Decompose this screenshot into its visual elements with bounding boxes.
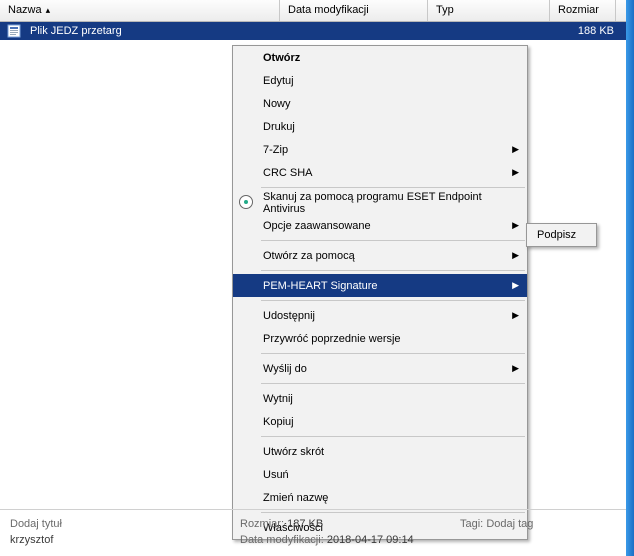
file-row[interactable]: Plik JEDZ przetarg 188 KB <box>0 22 634 40</box>
menu-separator <box>261 240 525 241</box>
submenu-arrow-icon: ▶ <box>512 144 519 155</box>
menu-separator <box>261 187 525 188</box>
menu-rename[interactable]: Zmień nazwę <box>233 486 527 509</box>
menu-separator <box>261 270 525 271</box>
menu-open-with[interactable]: Otwórz za pomocą▶ <box>233 244 527 267</box>
submenu-sign[interactable]: Podpisz <box>527 224 596 246</box>
column-date[interactable]: Data modyfikacji <box>280 0 428 21</box>
details-tags-value[interactable]: Dodaj tag <box>486 518 533 530</box>
menu-send-to[interactable]: Wyślij do▶ <box>233 357 527 380</box>
menu-eset-scan[interactable]: Skanuj za pomocą programu ESET Endpoint … <box>233 191 527 214</box>
submenu-arrow-icon: ▶ <box>512 220 519 231</box>
menu-share[interactable]: Udostępnij▶ <box>233 304 527 327</box>
column-size[interactable]: Rozmiar <box>550 0 616 21</box>
menu-cut[interactable]: Wytnij <box>233 387 527 410</box>
menu-new[interactable]: Nowy <box>233 92 527 115</box>
file-icon <box>0 24 28 38</box>
details-tags-label: Tagi: <box>460 518 483 530</box>
menu-separator <box>261 353 525 354</box>
column-header-row: Nazwa Data modyfikacji Typ Rozmiar <box>0 0 634 22</box>
menu-delete[interactable]: Usuń <box>233 463 527 486</box>
details-author: krzysztof <box>10 534 53 546</box>
file-name: Plik JEDZ przetarg <box>28 25 280 37</box>
details-title-label[interactable]: Dodaj tytuł <box>10 518 62 530</box>
submenu-arrow-icon: ▶ <box>512 250 519 261</box>
submenu-arrow-icon: ▶ <box>512 280 519 291</box>
details-size-value: 187 KB <box>287 518 323 530</box>
menu-edit[interactable]: Edytuj <box>233 69 527 92</box>
details-pane: Dodaj tytuł Rozmiar: 187 KB Tagi: Dodaj … <box>0 509 626 556</box>
column-name[interactable]: Nazwa <box>0 0 280 21</box>
menu-separator <box>261 436 525 437</box>
submenu-arrow-icon: ▶ <box>512 363 519 374</box>
menu-advanced-options[interactable]: Opcje zaawansowane▶ <box>233 214 527 237</box>
details-date-value: 2018-04-17 09:14 <box>327 534 414 546</box>
menu-crcsha[interactable]: CRC SHA▶ <box>233 161 527 184</box>
submenu-arrow-icon: ▶ <box>512 167 519 178</box>
menu-restore-versions[interactable]: Przywróć poprzednie wersje <box>233 327 527 350</box>
column-type[interactable]: Typ <box>428 0 550 21</box>
menu-copy[interactable]: Kopiuj <box>233 410 527 433</box>
submenu-arrow-icon: ▶ <box>512 310 519 321</box>
context-menu: Otwórz Edytuj Nowy Drukuj 7-Zip▶ CRC SHA… <box>232 45 528 540</box>
menu-open[interactable]: Otwórz <box>233 46 527 69</box>
pem-heart-submenu: Podpisz <box>526 223 597 247</box>
details-size-label: Rozmiar: <box>240 518 284 530</box>
menu-separator <box>261 300 525 301</box>
menu-print[interactable]: Drukuj <box>233 115 527 138</box>
menu-7zip[interactable]: 7-Zip▶ <box>233 138 527 161</box>
menu-pem-heart[interactable]: PEM-HEART Signature▶ <box>233 274 527 297</box>
eset-shield-icon <box>239 195 253 209</box>
details-date-label: Data modyfikacji: <box>240 534 324 546</box>
menu-create-shortcut[interactable]: Utwórz skrót <box>233 440 527 463</box>
window-chrome-edge <box>626 0 634 556</box>
menu-separator <box>261 383 525 384</box>
